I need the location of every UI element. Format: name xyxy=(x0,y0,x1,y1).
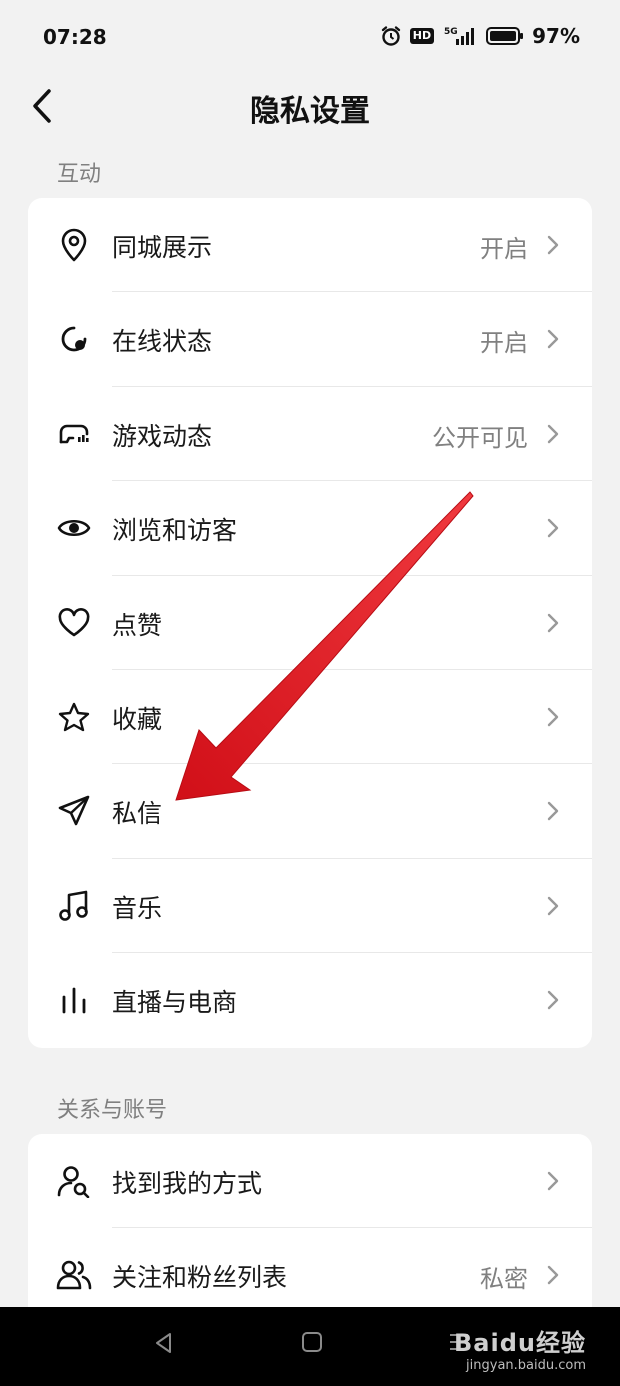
chevron-right-icon xyxy=(547,896,559,915)
setting-row-local-display[interactable]: 同城展示 开启 xyxy=(28,198,592,293)
battery-percent: 97% xyxy=(532,24,580,48)
setting-row-online-status[interactable]: 在线状态 开启 xyxy=(28,292,592,388)
nav-header: 隐私设置 xyxy=(0,76,620,136)
chevron-right-icon xyxy=(547,1171,559,1191)
setting-value: 开启 xyxy=(480,235,528,263)
page-title: 隐私设置 xyxy=(250,94,370,129)
nav-back-icon[interactable] xyxy=(152,1331,176,1355)
chevron-right-icon xyxy=(547,518,559,538)
interaction-settings-card: 同城展示 开启 在线状态 开启 游戏动态 公开可见 浏览和访客 点赞 收藏 私信… xyxy=(28,198,592,1048)
nav-home-icon[interactable] xyxy=(301,1331,323,1353)
setting-row-game-activity[interactable]: 游戏动态 公开可见 xyxy=(28,387,592,482)
setting-label: 私信 xyxy=(112,799,163,829)
chevron-right-icon xyxy=(547,613,559,632)
section-label-relationships: 关系与账号 xyxy=(57,1098,168,1123)
setting-row-favorites[interactable]: 收藏 xyxy=(28,670,592,765)
user-search-icon xyxy=(56,1163,92,1199)
music-note-icon xyxy=(56,888,92,924)
chevron-right-icon xyxy=(547,1266,559,1285)
chevron-right-icon xyxy=(547,424,559,443)
paper-plane-icon xyxy=(56,793,92,829)
setting-label: 收藏 xyxy=(112,704,163,734)
relationship-settings-card: 找到我的方式 关注和粉丝列表 私密 xyxy=(28,1134,592,1307)
battery-icon xyxy=(486,27,524,45)
watermark-logo: Baidu经验 xyxy=(454,1329,586,1357)
online-status-icon xyxy=(56,321,92,357)
setting-row-follow-list[interactable]: 关注和粉丝列表 私密 xyxy=(28,1228,592,1307)
chevron-right-icon xyxy=(547,707,559,727)
section-label-interaction: 互动 xyxy=(57,162,102,187)
setting-label: 在线状态 xyxy=(112,327,213,357)
system-navigation-bar: Baidu经验 jingyan.baidu.com xyxy=(0,1307,620,1386)
chevron-right-icon xyxy=(547,990,559,1010)
status-time: 07:28 xyxy=(43,25,107,49)
setting-value: 私密 xyxy=(480,1265,528,1294)
setting-value: 公开可见 xyxy=(432,423,528,452)
alarm-icon xyxy=(381,26,400,46)
setting-label: 同城展示 xyxy=(112,233,213,262)
setting-label: 浏览和访客 xyxy=(112,516,238,546)
setting-row-live-ecommerce[interactable]: 直播与电商 xyxy=(28,953,592,1047)
chevron-right-icon xyxy=(547,330,559,349)
setting-row-likes[interactable]: 点赞 xyxy=(28,576,592,671)
setting-row-music[interactable]: 音乐 xyxy=(28,859,592,954)
heart-icon xyxy=(56,605,92,641)
setting-value: 开启 xyxy=(480,329,528,358)
users-icon xyxy=(56,1257,92,1293)
chevron-right-icon xyxy=(547,235,559,255)
baidu-watermark: Baidu经验 jingyan.baidu.com xyxy=(454,1323,586,1373)
eye-icon xyxy=(56,510,92,546)
setting-label: 点赞 xyxy=(112,610,163,640)
watermark-url: jingyan.baidu.com xyxy=(466,1358,586,1373)
bar-chart-icon xyxy=(56,982,92,1018)
setting-label: 游戏动态 xyxy=(112,421,213,451)
game-controller-icon xyxy=(56,416,92,452)
status-bar: 07:28 HD 5G 97% xyxy=(0,0,620,76)
star-icon xyxy=(56,699,92,735)
setting-label: 直播与电商 xyxy=(112,988,238,1018)
chevron-right-icon xyxy=(547,802,559,821)
network-type: 5G xyxy=(444,27,458,37)
setting-label: 找到我的方式 xyxy=(112,1169,263,1198)
signal-icon: 5G xyxy=(444,27,475,45)
hd-badge: HD xyxy=(409,28,435,44)
setting-row-find-me[interactable]: 找到我的方式 xyxy=(28,1134,592,1229)
location-pin-icon xyxy=(56,227,92,263)
setting-row-views-visitors[interactable]: 浏览和访客 xyxy=(28,481,592,576)
setting-label: 音乐 xyxy=(112,893,163,923)
status-icons: HD 5G 97% xyxy=(380,24,580,48)
setting-row-messages[interactable]: 私信 xyxy=(28,764,592,860)
setting-label: 关注和粉丝列表 xyxy=(112,1263,288,1293)
